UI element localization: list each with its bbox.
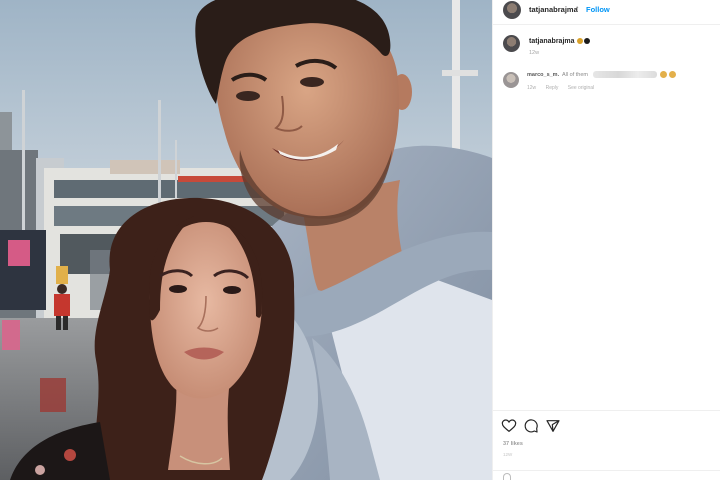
reply-link[interactable]: Reply bbox=[546, 85, 559, 91]
emoji-icon bbox=[660, 71, 667, 78]
heart-icon[interactable] bbox=[501, 418, 517, 434]
actions-divider bbox=[493, 410, 720, 411]
follow-button[interactable]: Follow bbox=[586, 5, 610, 14]
emoji-icon bbox=[669, 71, 676, 78]
share-icon[interactable] bbox=[545, 418, 561, 434]
header-separator: • bbox=[576, 5, 579, 12]
see-original-link[interactable]: See original bbox=[568, 85, 594, 91]
caption-username[interactable]: tatjanabrajma bbox=[529, 38, 575, 45]
header-username[interactable]: tatjanabrajma bbox=[529, 5, 578, 14]
blurred-comment-text bbox=[593, 71, 657, 78]
avatar[interactable] bbox=[503, 1, 521, 19]
post-photo[interactable] bbox=[0, 0, 492, 480]
post-side-panel: tatjanabrajma • Follow tatjanabrajma 12w… bbox=[492, 0, 720, 480]
comment-username[interactable]: marco_s_m. bbox=[527, 72, 559, 78]
selfie-photo-image bbox=[0, 0, 492, 480]
caption-time: 12w bbox=[529, 50, 540, 56]
emoji-icon bbox=[576, 38, 583, 45]
comment-text: All of them bbox=[562, 72, 588, 78]
comment-avatar[interactable] bbox=[503, 72, 519, 88]
bottom-divider bbox=[493, 470, 720, 471]
likes-count[interactable]: 37 likes bbox=[503, 441, 523, 447]
comment-meta: 12w Reply See original bbox=[527, 85, 602, 91]
post-date: 12W bbox=[503, 452, 513, 457]
emoji-picker-icon[interactable] bbox=[503, 473, 511, 480]
heart-emoji-icon bbox=[583, 38, 590, 45]
header-divider bbox=[493, 24, 720, 25]
comment-icon[interactable] bbox=[523, 418, 539, 434]
post-header: tatjanabrajma • Follow bbox=[493, 0, 720, 20]
caption-avatar[interactable] bbox=[503, 35, 520, 52]
caption-text: tatjanabrajma bbox=[529, 38, 590, 45]
comment-time: 12w bbox=[527, 85, 537, 91]
